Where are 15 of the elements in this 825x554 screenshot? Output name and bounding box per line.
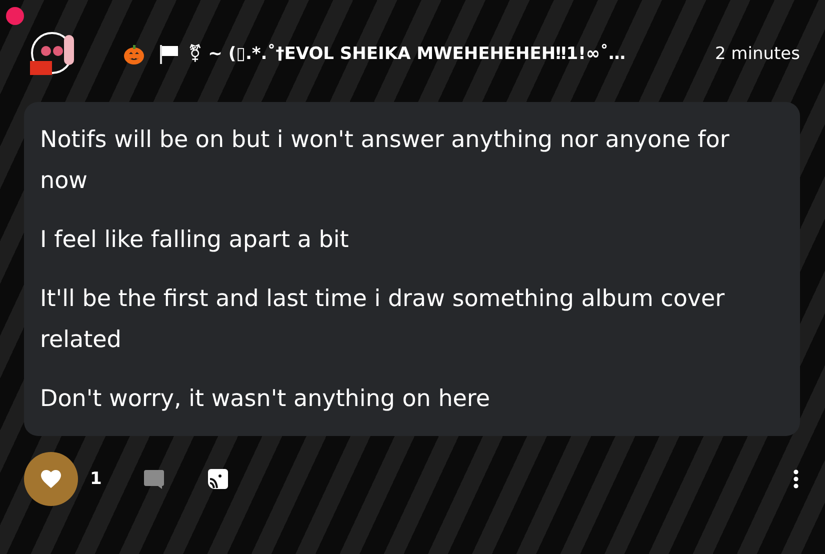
flag-icon — [158, 43, 180, 65]
like-count: 1 — [90, 469, 102, 489]
notification-dot — [6, 7, 24, 25]
reblog-icon[interactable] — [206, 467, 230, 491]
like-button[interactable] — [24, 452, 78, 506]
author-name[interactable]: ⚧ ~ (▯.*.˚†EVOL SHEIKA MWEHEHEHEH‼1!∞˚… — [188, 44, 707, 64]
pumpkin-icon — [122, 42, 146, 66]
post-paragraph: Don't worry, it wasn't anything on here — [40, 385, 492, 414]
post-paragraph: It'll be the first and last time i draw something album cover related — [40, 285, 726, 355]
heart-icon — [39, 467, 63, 491]
post-time: 2 minutes — [714, 44, 800, 64]
more-options-icon[interactable] — [792, 467, 800, 491]
post-paragraph: Notifs will be on but i won't answer anything nor anyone for now — [40, 126, 730, 196]
comment-icon[interactable] — [142, 467, 166, 491]
post-paragraph: I feel like falling apart a bit — [40, 226, 350, 255]
